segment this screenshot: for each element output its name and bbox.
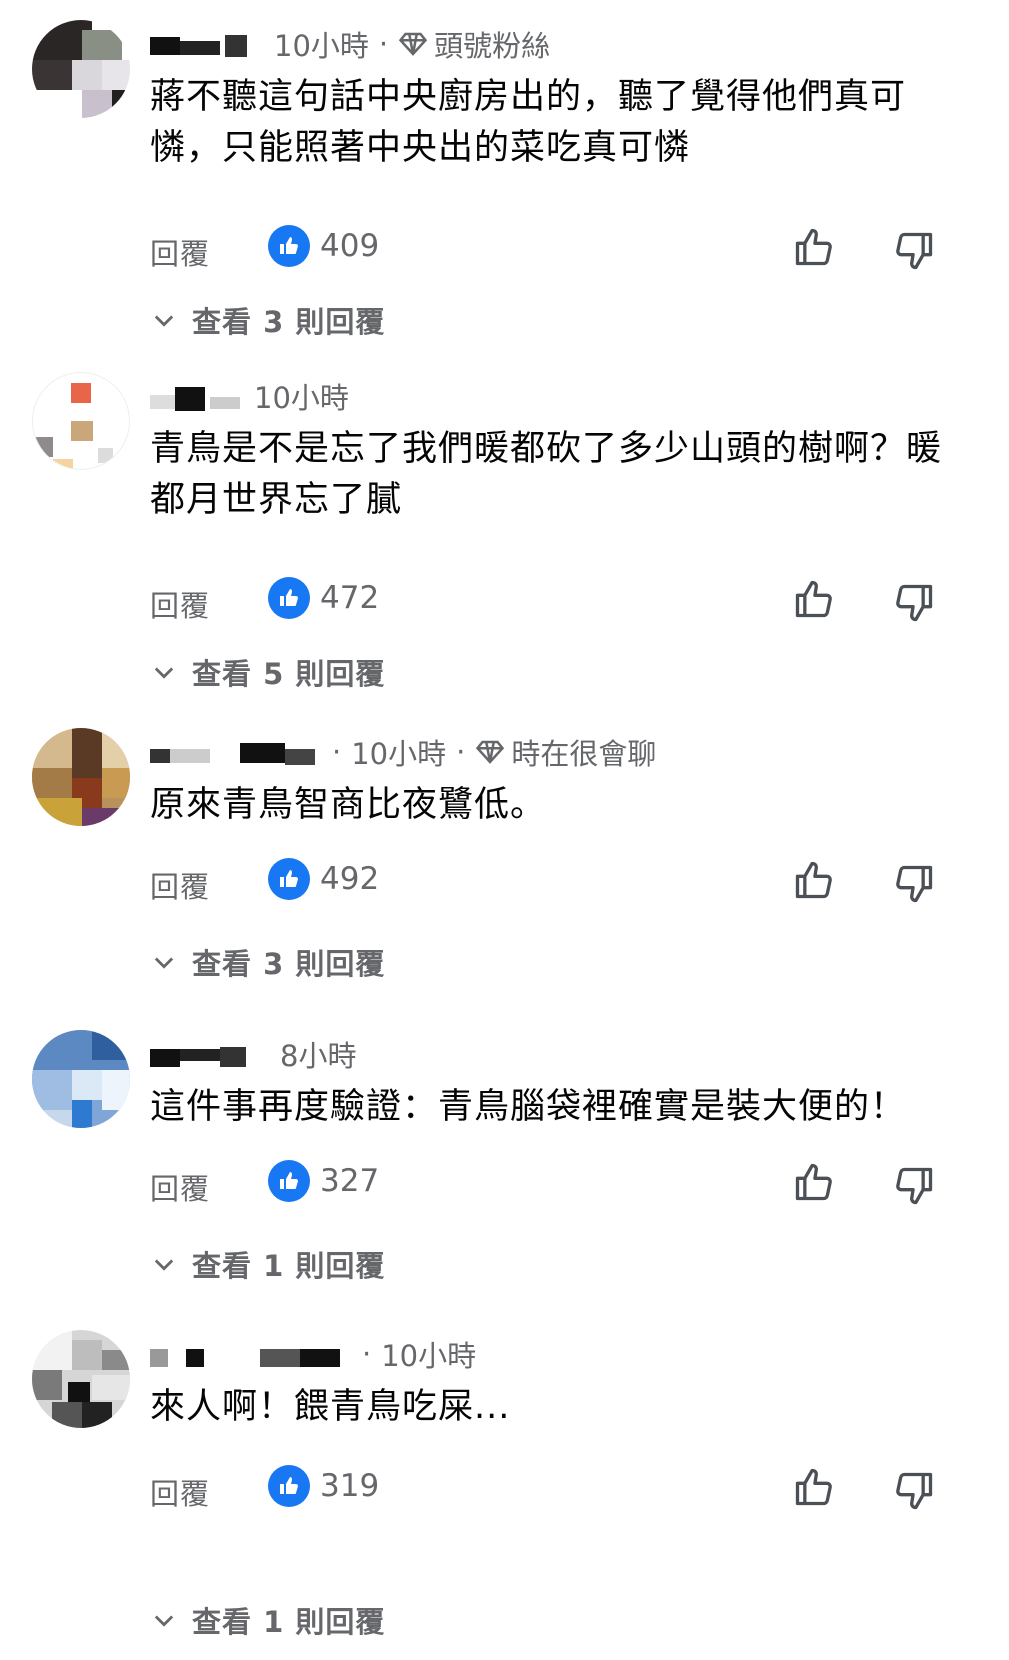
author-name-redacted[interactable] (150, 1039, 268, 1069)
comment-text: 原來青鳥智商比夜鷺低。 (150, 785, 547, 825)
view-replies-button[interactable]: 查看 5 則回覆 (150, 652, 385, 692)
comment-actions: 回覆 409 (150, 225, 940, 275)
view-replies-label: 查看 1 則回覆 (192, 1249, 386, 1283)
comment-text: 青鳥是不是忘了我們暖都砍了多少山頭的樹啊？暖都月世界忘了膩 (150, 429, 943, 520)
reply-button[interactable]: 回覆 (150, 1471, 210, 1513)
like-count: 327 (320, 1163, 380, 1199)
like-badge-icon (268, 225, 310, 267)
avatar[interactable] (32, 728, 130, 826)
reply-button[interactable]: 回覆 (150, 231, 210, 273)
view-replies-button[interactable]: 查看 1 則回覆 (150, 1244, 385, 1284)
view-replies-label: 查看 3 則回覆 (192, 947, 386, 981)
author-name-redacted[interactable] (150, 1339, 350, 1369)
comment-text: 這件事再度驗證：青鳥腦袋裡確實是裝大便的！ (150, 1087, 907, 1127)
author-name-redacted[interactable] (150, 737, 320, 767)
reply-button[interactable]: 回覆 (150, 864, 210, 906)
like-badge-icon (268, 1465, 310, 1507)
chevron-down-icon (154, 1615, 174, 1627)
like-badge-icon (268, 1160, 310, 1202)
comment-meta: · 10小時 · 時在很會聊 (150, 730, 656, 774)
comment-item: 10小時 青鳥是不是忘了我們暖都砍了多少山頭的樹啊？暖都月世界忘了膩 回覆 47… (0, 372, 1009, 702)
thumb-up-icon[interactable] (792, 577, 836, 621)
like-badge-icon (268, 858, 310, 900)
like-count: 319 (320, 1468, 380, 1504)
like-summary[interactable]: 472 (268, 577, 379, 619)
view-replies-button[interactable]: 查看 1 則回覆 (150, 1600, 385, 1640)
comment-actions: 回覆 327 (150, 1160, 940, 1210)
chevron-down-icon (154, 957, 174, 969)
comment-item: · 10小時 · 時在很會聊 原來青鳥智商比夜鷺低。 回覆 492 查看 3 則… (0, 728, 1009, 1058)
chevron-down-icon (154, 667, 174, 679)
like-badge-icon (268, 577, 310, 619)
comment-time: 10小時 (274, 29, 369, 63)
view-replies-button[interactable]: 查看 3 則回覆 (150, 942, 385, 982)
diamond-icon (476, 740, 505, 764)
like-count: 409 (320, 228, 380, 264)
comment-item: 8小時 這件事再度驗證：青鳥腦袋裡確實是裝大便的！ 回覆 327 查看 1 則回… (0, 1030, 1009, 1360)
thumb-up-icon[interactable] (792, 1160, 836, 1204)
author-name-redacted[interactable] (150, 381, 242, 411)
comment-text: 來人啊！餵青鳥吃屎... (150, 1387, 511, 1427)
comment-meta: 10小時 (150, 374, 349, 418)
avatar[interactable] (32, 1030, 130, 1128)
thumb-down-icon[interactable] (892, 1469, 936, 1513)
comment-time: 10小時 (254, 381, 349, 415)
thumb-down-icon[interactable] (892, 862, 936, 906)
view-replies-label: 查看 3 則回覆 (192, 305, 386, 339)
like-summary[interactable]: 492 (268, 858, 379, 900)
comment-meta: 8小時 (150, 1032, 356, 1076)
chevron-down-icon (154, 315, 174, 327)
diamond-icon (398, 32, 428, 56)
comment-actions: 回覆 492 (150, 858, 940, 908)
comment-item: · 10小時 來人啊！餵青鳥吃屎... 回覆 319 查看 1 則回覆 (0, 1330, 1009, 1660)
comment-meta: · 10小時 (150, 1332, 476, 1376)
comment-text: 蔣不聽這句話中央廚房出的，聽了覺得他們真可憐，只能照著中央出的菜吃真可憐 (150, 77, 907, 168)
like-summary[interactable]: 409 (268, 225, 379, 267)
comment-time: 10小時 (351, 737, 447, 771)
avatar[interactable] (32, 1330, 130, 1428)
comment-item: 10小時 · 頭號粉絲 蔣不聽這句話中央廚房出的，聽了覺得他們真可憐，只能照著中… (0, 20, 1009, 350)
reply-button[interactable]: 回覆 (150, 1166, 210, 1208)
comment-meta: 10小時 · 頭號粉絲 (150, 22, 550, 66)
avatar[interactable] (32, 372, 130, 470)
thumb-up-icon[interactable] (792, 1465, 836, 1509)
comment-actions: 回覆 319 (150, 1465, 940, 1515)
thumb-up-icon[interactable] (792, 858, 836, 902)
chevron-down-icon (154, 1259, 174, 1271)
like-summary[interactable]: 319 (268, 1465, 379, 1507)
comment-actions: 回覆 472 (150, 577, 940, 627)
like-count: 492 (320, 861, 380, 897)
like-count: 472 (320, 580, 380, 616)
view-replies-label: 查看 1 則回覆 (192, 1605, 386, 1639)
comment-time: 8小時 (280, 1039, 357, 1073)
avatar[interactable] (32, 20, 130, 118)
view-replies-button[interactable]: 查看 3 則回覆 (150, 300, 385, 340)
thumb-down-icon[interactable] (892, 581, 936, 625)
badge-label: 頭號粉絲 (434, 29, 551, 63)
thumb-down-icon[interactable] (892, 229, 936, 273)
reply-button[interactable]: 回覆 (150, 583, 210, 625)
thumb-down-icon[interactable] (892, 1164, 936, 1208)
author-name-redacted[interactable] (150, 29, 262, 59)
view-replies-label: 查看 5 則回覆 (192, 657, 386, 691)
comment-time: 10小時 (381, 1339, 477, 1373)
like-summary[interactable]: 327 (268, 1160, 379, 1202)
badge-label: 時在很會聊 (511, 737, 657, 771)
thumb-up-icon[interactable] (792, 225, 836, 269)
